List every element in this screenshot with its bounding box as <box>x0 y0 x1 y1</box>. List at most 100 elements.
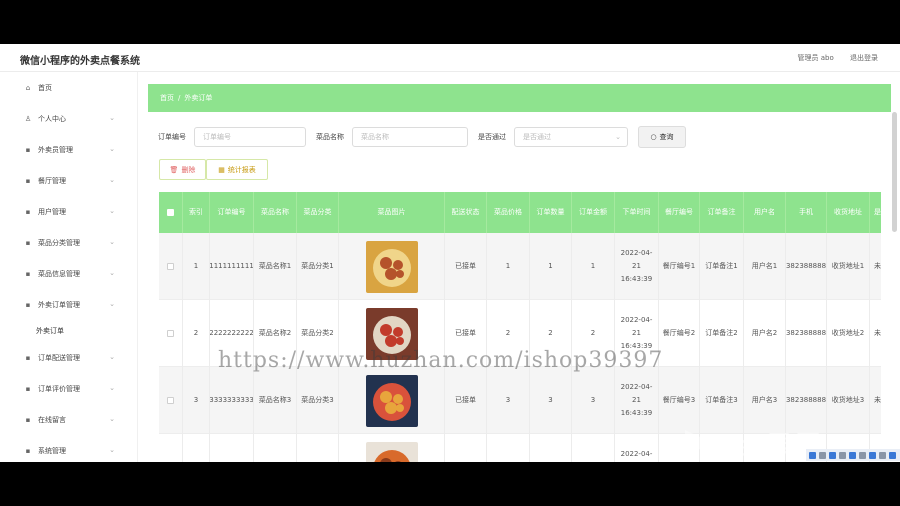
cell-restaurant-no: 餐厅编号2 <box>659 300 700 367</box>
row-select-cell <box>159 434 183 462</box>
column-header: 收货地址 <box>827 192 870 233</box>
cell-qty: 3 <box>530 367 572 434</box>
watermark-text: https://www.huzhan.com/ishop39397 <box>218 348 664 373</box>
cell-remark: 订单备注1 <box>700 233 744 300</box>
row-checkbox[interactable] <box>167 263 174 270</box>
chevron-down-icon: ⌄ <box>109 353 115 361</box>
grid-icon: ▪ <box>25 207 31 216</box>
chevron-down-icon: ⌄ <box>109 415 115 423</box>
cell-time: 2022-04-21 16:43:39 <box>615 434 659 462</box>
cell-remark: 订单备注2 <box>700 300 744 367</box>
cell-price: 4 <box>487 434 530 462</box>
select-all-checkbox[interactable] <box>167 209 174 216</box>
cell-order-no: 1111111111 <box>210 233 254 300</box>
column-header: 菜品分类 <box>297 192 339 233</box>
orders-table: 索引 订单编号 菜品名称 菜品分类 菜品图片 配送状态 菜品价格 订单数量 订单金额 下单时间 餐厅… <box>159 192 881 462</box>
cell-index: 4 <box>183 434 210 462</box>
column-header: 菜品价格 <box>487 192 530 233</box>
row-select-cell <box>159 367 183 434</box>
tray-app-icon[interactable] <box>839 451 846 459</box>
search-button[interactable]: ○ 查询 <box>638 126 686 148</box>
grid-icon: ▪ <box>25 384 31 393</box>
sidebar-item[interactable]: ▪ 订单评价管理 ⌄ <box>0 373 137 404</box>
cell-dish-name: 菜品名称3 <box>254 367 297 434</box>
sidebar-item-label: 个人中心 <box>38 114 66 123</box>
breadcrumb-home[interactable]: 首页 <box>160 93 174 103</box>
report-button[interactable]: ▦ 统计报表 <box>206 159 268 180</box>
sidebar-item-label: 系统管理 <box>38 446 66 455</box>
sidebar-item[interactable]: ▪ 用户管理 ⌄ <box>0 196 137 227</box>
grid-icon: ▪ <box>25 176 31 185</box>
cell-amount: 1 <box>572 233 615 300</box>
sidebar-item[interactable]: ▪ 系统管理 ⌄ <box>0 435 137 462</box>
sidebar-item[interactable]: ▪ 餐厅管理 ⌄ <box>0 165 137 196</box>
main-content: 首页 / 外卖订单 订单编号 订单编号 菜品名称 菜品名称 是否通过 是否通过 … <box>140 72 900 462</box>
sidebar-item[interactable]: ▪ 订单配送管理 ⌄ <box>0 342 137 373</box>
sidebar-subitem-orders[interactable]: 外卖订单 <box>0 320 137 342</box>
sidebar-item[interactable]: ▪ 外卖订单管理 ⌄ <box>0 289 137 320</box>
sidebar-item-label: 订单评价管理 <box>38 384 80 393</box>
table-row[interactable]: 1 1111111111 菜品名称1 菜品分类1 已接单 1 1 1 2022-04-21 16… <box>159 233 881 300</box>
tray-app-icon[interactable] <box>809 451 816 459</box>
tray-app-icon[interactable] <box>859 451 866 459</box>
order-no-input[interactable]: 订单编号 <box>194 127 306 147</box>
sidebar-item-label: 餐厅管理 <box>38 176 66 185</box>
vertical-scrollbar[interactable] <box>892 112 897 232</box>
chevron-down-icon: ⌄ <box>109 384 115 392</box>
dish-image-cell <box>339 233 445 300</box>
dish-name-input[interactable]: 菜品名称 <box>352 127 468 147</box>
grid-icon: ▪ <box>25 446 31 455</box>
cell-address: 收货地址1 <box>827 233 870 300</box>
sidebar-item-label: 首页 <box>38 83 52 92</box>
cell-index: 3 <box>183 367 210 434</box>
top-right-area: 管理员 abo 退出登录 <box>784 53 878 63</box>
grid-icon: ▪ <box>25 415 31 424</box>
row-checkbox[interactable] <box>167 330 174 337</box>
chevron-down-icon: ⌄ <box>109 238 115 246</box>
column-header: 订单编号 <box>210 192 254 233</box>
column-header: 订单备注 <box>700 192 744 233</box>
cell-time: 2022-04-21 16:43:39 <box>615 367 659 434</box>
tray-app-icon[interactable] <box>829 451 836 459</box>
column-header: 订单数量 <box>530 192 572 233</box>
logout-link[interactable]: 退出登录 <box>850 54 878 62</box>
approved-select[interactable]: 是否通过 ⌄ <box>514 127 628 147</box>
column-header: 餐厅编号 <box>659 192 700 233</box>
tray-app-icon[interactable] <box>869 451 876 459</box>
sidebar-item[interactable]: ⌂ 首页 <box>0 72 137 103</box>
tray-app-icon[interactable] <box>889 451 896 459</box>
delete-button[interactable]: 🗑 删除 <box>159 159 206 180</box>
column-header: 订单金额 <box>572 192 615 233</box>
user-icon: ♙ <box>24 114 32 123</box>
action-bar: 🗑 删除 ▦ 统计报表 <box>159 159 268 180</box>
tray-app-icon[interactable] <box>879 451 886 459</box>
cell-username: 用户名1 <box>744 233 786 300</box>
chevron-down-icon: ⌄ <box>109 114 115 122</box>
admin-label[interactable]: 管理员 abo <box>798 54 834 62</box>
column-header: 菜品图片 <box>339 192 445 233</box>
cell-extra: 未 <box>870 300 881 367</box>
cell-qty: 4 <box>530 434 572 462</box>
approved-label: 是否通过 <box>478 133 506 141</box>
sidebar-item[interactable]: ▪ 外卖员管理 ⌄ <box>0 134 137 165</box>
sidebar-item[interactable]: ♙ 个人中心 ⌄ <box>0 103 137 134</box>
chevron-down-icon: ⌄ <box>109 269 115 277</box>
chevron-down-icon: ⌄ <box>615 133 621 141</box>
grid-icon: ▪ <box>25 353 31 362</box>
tray-app-icon[interactable] <box>819 451 826 459</box>
sidebar-item[interactable]: ▪ 在线留言 ⌄ <box>0 404 137 435</box>
cell-phone: 13823888882 <box>786 300 827 367</box>
sidebar-item[interactable]: ▪ 菜品信息管理 ⌄ <box>0 258 137 289</box>
cell-amount: 3 <box>572 367 615 434</box>
cell-category: 菜品分类1 <box>297 233 339 300</box>
row-select-cell <box>159 300 183 367</box>
dish-image <box>365 441 418 462</box>
tray-app-icon[interactable] <box>849 451 856 459</box>
row-checkbox[interactable] <box>167 397 174 404</box>
sidebar-item[interactable]: ▪ 菜品分类管理 ⌄ <box>0 227 137 258</box>
chevron-down-icon: ⌄ <box>109 145 115 153</box>
cell-dish-name: 菜品名称4 <box>254 434 297 462</box>
grid-icon: ▪ <box>25 238 31 247</box>
select-all-cell <box>159 192 183 233</box>
order-no-label: 订单编号 <box>158 133 186 141</box>
